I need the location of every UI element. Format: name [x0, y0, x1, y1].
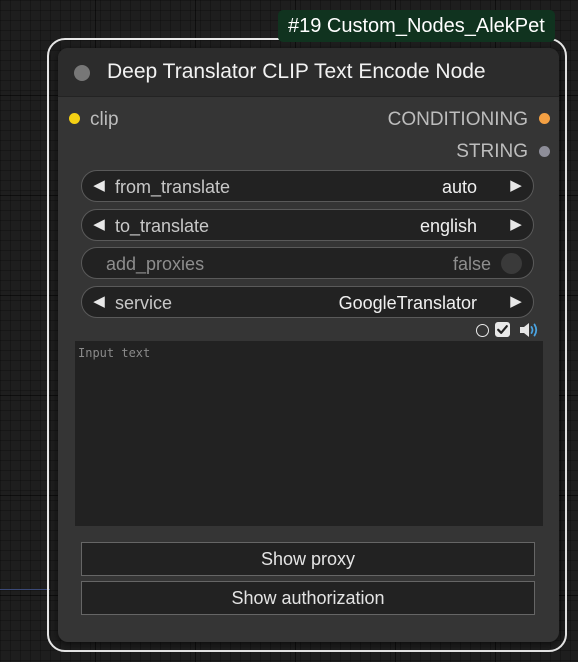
from-translate-combo[interactable]: ◀ from_translate auto ▶ [81, 170, 534, 202]
show-authorization-button[interactable]: Show authorization [81, 581, 535, 615]
widget-label: from_translate [115, 177, 231, 197]
output-slot-string-dot[interactable] [539, 146, 550, 157]
toggle-knob-icon[interactable] [501, 253, 522, 274]
widget-value: auto [441, 177, 477, 197]
input-text-area[interactable] [75, 341, 543, 526]
speaker-icon[interactable] [518, 321, 540, 339]
widget-value: false [452, 254, 491, 274]
input-slot-clip-dot[interactable] [69, 113, 80, 124]
add-proxies-toggle[interactable]: add_proxies false [81, 247, 534, 279]
widget-value: english [419, 216, 477, 236]
show-proxy-button[interactable]: Show proxy [81, 542, 535, 576]
widget-label: to_translate [115, 216, 210, 236]
output-slot-conditioning-dot[interactable] [539, 113, 550, 124]
output-slot-string-label: STRING [456, 141, 528, 162]
radio-circle-icon[interactable] [476, 324, 489, 337]
output-slot-conditioning-label: CONDITIONING [387, 109, 528, 130]
decrement-arrow-icon[interactable]: ◀ [92, 216, 106, 233]
collapse-toggle-icon[interactable] [74, 65, 90, 81]
graph-link-line [0, 589, 50, 590]
decrement-arrow-icon[interactable]: ◀ [92, 293, 106, 310]
decrement-arrow-icon[interactable]: ◀ [92, 177, 106, 194]
input-slot-clip-label: clip [90, 109, 119, 130]
widget-label: service [115, 293, 173, 313]
checkbox-checked-icon[interactable] [495, 322, 510, 337]
node-title-bar[interactable]: Deep Translator CLIP Text Encode Node [58, 48, 559, 97]
widget-label: add_proxies [106, 254, 205, 274]
node-source-badge: #19 Custom_Nodes_AlekPet [278, 10, 555, 42]
service-combo[interactable]: ◀ service GoogleTranslator ▶ [81, 286, 534, 318]
increment-arrow-icon[interactable]: ▶ [509, 216, 523, 233]
node-title: Deep Translator CLIP Text Encode Node [107, 60, 486, 83]
to-translate-combo[interactable]: ◀ to_translate english ▶ [81, 209, 534, 241]
translator-node[interactable]: Deep Translator CLIP Text Encode Node cl… [58, 48, 559, 642]
widget-value: GoogleTranslator [338, 293, 477, 313]
increment-arrow-icon[interactable]: ▶ [509, 293, 523, 310]
increment-arrow-icon[interactable]: ▶ [509, 177, 523, 194]
